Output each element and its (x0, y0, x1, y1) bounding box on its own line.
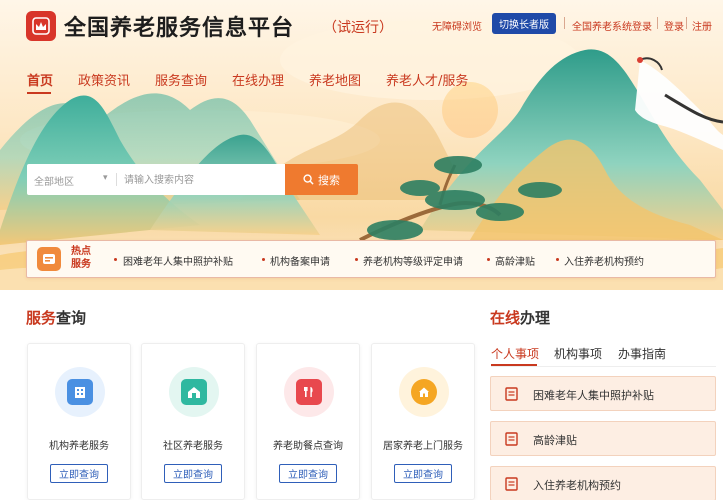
service-card-meal[interactable]: 养老助餐点查询 立即查询 (256, 343, 360, 500)
hot-service-icon (37, 247, 61, 271)
search-icon (303, 174, 314, 185)
hot-services-title: 热点 服务 (71, 245, 101, 271)
service-card-label: 社区养老服务 (163, 441, 223, 452)
icon-circle (284, 367, 334, 417)
service-card-label: 养老助餐点查询 (273, 441, 343, 452)
hot-item-allowance[interactable]: 高龄津贴 (495, 253, 535, 268)
online-item-label: 入住养老机构预约 (533, 479, 621, 492)
site-logo[interactable] (26, 11, 56, 41)
nav-talent[interactable]: 养老人才/服务 (386, 70, 468, 89)
header-divider (564, 17, 565, 29)
register-link[interactable]: 注册 (692, 18, 712, 33)
chevron-down-icon[interactable]: ▾ (103, 173, 108, 183)
hot-item-care-subsidy[interactable]: 困难老年人集中照护补贴 (123, 253, 233, 268)
login-link[interactable]: 登录 (664, 18, 684, 33)
query-now-button[interactable]: 立即查询 (279, 464, 337, 483)
tab-active-indicator (491, 364, 537, 366)
tabs-divider (491, 366, 716, 367)
nav-online[interactable]: 在线办理 (232, 70, 284, 89)
hot-item-reservation[interactable]: 入住养老机构预约 (564, 253, 644, 268)
header-divider (686, 17, 687, 29)
bullet-icon (262, 258, 265, 261)
accessible-browse-link[interactable]: 无障碍浏览 (432, 18, 482, 33)
query-now-button[interactable]: 立即查询 (164, 464, 222, 483)
system-login-link[interactable]: 全国养老系统登录 (572, 18, 652, 33)
icon-circle (399, 367, 449, 417)
home-icon (411, 379, 437, 405)
service-card-label: 机构养老服务 (49, 441, 109, 452)
region-select[interactable]: 全部地区 (34, 173, 74, 188)
document-icon (505, 432, 518, 446)
site-title: 全国养老服务信息平台 (64, 16, 295, 41)
building-icon (67, 379, 93, 405)
trial-badge: （试运行） (323, 20, 393, 36)
tab-personal[interactable]: 个人事项 (491, 345, 539, 362)
service-card-institution[interactable]: 机构养老服务 立即查询 (27, 343, 131, 500)
title-rest: 办理 (520, 309, 551, 327)
document-icon (505, 387, 518, 401)
nav-map[interactable]: 养老地图 (309, 70, 361, 89)
title-highlight: 服务 (26, 309, 57, 327)
title-highlight: 在线 (490, 309, 521, 327)
icon-circle (55, 367, 105, 417)
service-card-community[interactable]: 社区养老服务 立即查询 (141, 343, 245, 500)
hot-item-rating[interactable]: 养老机构等级评定申请 (363, 253, 463, 268)
bullet-icon (487, 258, 490, 261)
hot-title-line1: 热点 (71, 246, 91, 257)
online-item-label: 困难老年人集中照护补贴 (533, 389, 654, 402)
title-rest: 查询 (56, 309, 87, 327)
bullet-icon (114, 258, 117, 261)
bullet-icon (556, 258, 559, 261)
online-item-allowance[interactable]: 高龄津贴 (490, 421, 716, 456)
logo-emblem-icon (32, 17, 50, 35)
online-item-reservation[interactable]: 入住养老机构预约 (490, 466, 716, 500)
online-item-label: 高龄津贴 (533, 434, 577, 447)
search-button-label: 搜索 (318, 173, 340, 187)
document-icon (505, 477, 518, 491)
icon-circle (169, 367, 219, 417)
hot-title-line2: 服务 (71, 259, 91, 270)
elder-mode-button[interactable]: 切换长者版 (492, 13, 556, 34)
search-box: 全部地区 ▾ (27, 164, 285, 195)
query-now-button[interactable]: 立即查询 (394, 464, 452, 483)
query-now-button[interactable]: 立即查询 (50, 464, 108, 483)
service-query-title: 服务查询 (26, 307, 86, 328)
service-card-home[interactable]: 居家养老上门服务 立即查询 (371, 343, 475, 500)
tab-institution[interactable]: 机构事项 (554, 345, 602, 362)
hot-services-bar: 热点 服务 困难老年人集中照护补贴 机构备案申请 养老机构等级评定申请 高龄津贴… (26, 240, 716, 278)
header-divider (657, 17, 658, 29)
meal-icon (296, 379, 322, 405)
bullet-icon (355, 258, 358, 261)
nav-service-query[interactable]: 服务查询 (155, 70, 207, 89)
online-processing-title: 在线办理 (490, 307, 550, 328)
online-item-care-subsidy[interactable]: 困难老年人集中照护补贴 (490, 376, 716, 411)
hot-item-filing[interactable]: 机构备案申请 (270, 253, 330, 268)
service-card-label: 居家养老上门服务 (383, 441, 463, 452)
search-divider (116, 173, 117, 186)
nav-home[interactable]: 首页 (27, 70, 53, 89)
search-button[interactable]: 搜索 (285, 164, 358, 195)
tab-guide[interactable]: 办事指南 (618, 345, 666, 362)
community-icon (181, 379, 207, 405)
search-input[interactable] (124, 172, 274, 188)
nav-policy[interactable]: 政策资讯 (78, 70, 130, 89)
nav-active-indicator (27, 92, 51, 94)
